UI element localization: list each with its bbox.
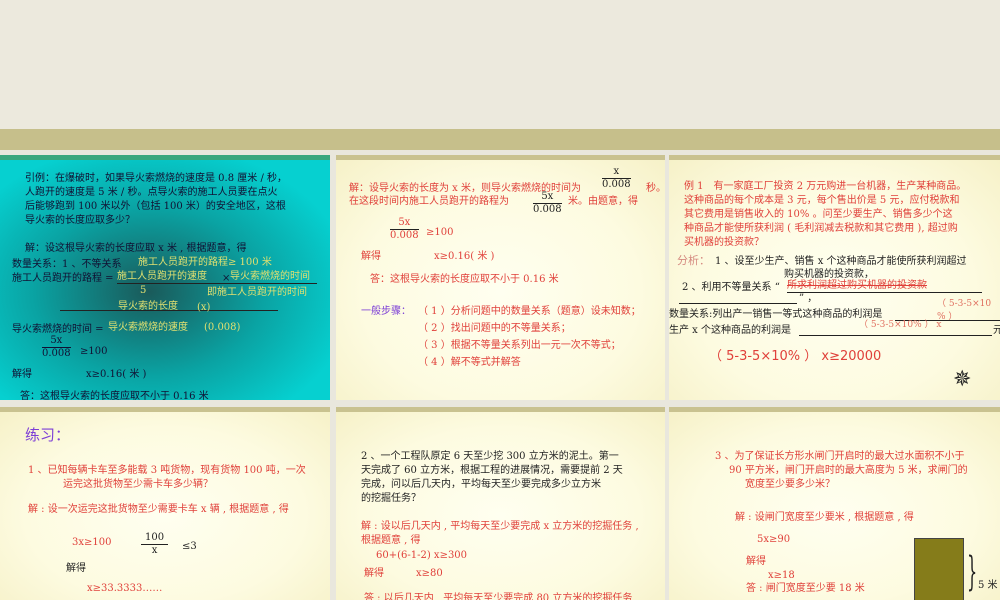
slide-thumbnail-2[interactable]: x 0.008 解：设导火索的长度为 x 米，则导火索燃烧的时间为 秒。 在这段时…	[336, 155, 665, 400]
text: 5	[140, 285, 147, 296]
text: x≥0.16( 米 )	[86, 369, 147, 380]
text: 这种商品的每个成本是 3 元，每个售出价是 5 元，应付税款和	[684, 195, 960, 206]
text: 解 : 设一次运完这批货物至少需要卡车 x 辆 , 根据题意 , 得	[28, 504, 289, 515]
text: 例 1 有一家庭工厂投资 2 万元购进一台机器，生产某种商品。	[684, 181, 967, 192]
inequality: （ 5-3-5×10% ） x≥20000	[709, 349, 882, 364]
text: 根据题意 , 得	[361, 535, 421, 546]
text: （ 5-3-5×10% ） x	[859, 320, 942, 330]
text: 种商品才能使所获利润 ( 毛利润减去税款和其它费用 ), 超过购	[684, 223, 958, 234]
text: x≥18	[768, 570, 795, 581]
slide-thumbnail-5[interactable]: 2 、一个工程队原定 6 天至少挖 300 立方米的泥土。第一 天完成了 60 …	[336, 407, 665, 600]
text: 施工人员跑开的路程≥ 100 米	[138, 257, 272, 268]
analysis-label: 分析：	[677, 254, 710, 267]
gate-rectangle	[914, 538, 964, 600]
text: 人跑开的速度是 5 米 / 秒。点导火索的施工人员要在点火	[25, 187, 278, 198]
text: x≥33.3333……	[87, 583, 163, 594]
text: 秒。	[646, 183, 665, 194]
text: 导火索的长度	[118, 301, 178, 312]
text: 60+(6-1-2) x≥300	[376, 550, 468, 561]
text: 即施工人员跑开的时间	[207, 287, 307, 298]
text: 解 : 设闸门宽度至少要米 , 根据题意 , 得	[735, 512, 914, 523]
text: (0.008)	[204, 322, 241, 333]
text: 生产 x 个这种商品的利润是	[669, 325, 791, 336]
denominator: 0.008	[602, 179, 631, 190]
numerator: 5x	[533, 191, 562, 204]
text: 元	[993, 324, 1000, 337]
text: 解 : 设以后几天内 , 平均每天至少要完成 x 立方米的挖掘任务 ,	[361, 521, 639, 532]
brace-icon: }	[967, 549, 978, 595]
compass-icon: ✵	[953, 367, 972, 392]
slide-thumbnail-1[interactable]: 引例：在爆破时，如果导火索燃烧的速度是 0.8 厘米 / 秒， 人跑开的速度是 …	[0, 155, 330, 400]
text: 答：这根导火索的长度应取不小于 0.16 米	[370, 274, 559, 285]
text: x≥80	[416, 568, 443, 579]
text: 后能够跑到 100 米以外（包括 100 米）的安全地区，这根	[25, 201, 286, 212]
slide-thumbnail-3[interactable]: 例 1 有一家庭工厂投资 2 万元购进一台机器，生产某种商品。 这种商品的每个成…	[669, 155, 1000, 400]
step: （ 1 ）分析问题中的数量关系（题意）设未知数；	[418, 306, 641, 317]
slide-thumbnail-6[interactable]: 3 、为了保证长方形水闸门开启时的最大过水面积不小于 90 平方米，闸门开启时的…	[669, 407, 1000, 600]
text: ” ，	[799, 293, 818, 304]
text: 3 、为了保证长方形水闸门开启时的最大过水面积不小于	[715, 451, 965, 462]
step: （ 4 ）解不等式并解答	[418, 357, 521, 368]
numerator: 5x	[390, 217, 419, 230]
denominator: 0.008	[533, 204, 562, 215]
text: 90 平方米，闸门开启时的最大高度为 5 米，求闸门的	[729, 465, 968, 476]
text: 解：设这根导火索的长度应取 x 米 , 根据题意，得	[25, 243, 247, 254]
text: 买机器的投资款？	[684, 237, 764, 248]
slide-thumbnail-4[interactable]: 练习： 1 、已知每辆卡车至多能载 3 吨货物，现有货物 100 吨，一次 运完…	[0, 407, 330, 600]
text: 答 : 闸门宽度至少要 18 米	[746, 583, 865, 594]
text: x≥0.16( 米 )	[434, 251, 495, 262]
steps-label: 一般步骤：	[361, 306, 411, 317]
text: 施工人员跑开的速度	[117, 271, 207, 282]
text: 导火索燃烧的时间	[230, 271, 310, 282]
denominator: x	[151, 545, 158, 556]
text: 2 、利用不等量关系 “	[682, 282, 780, 293]
text: ≥100	[426, 227, 454, 238]
text: 的挖掘任务？	[361, 493, 421, 504]
text: 解得	[12, 369, 32, 380]
text: 2 、一个工程队原定 6 天至少挖 300 立方米的泥土。第一	[361, 451, 619, 462]
text: 解得	[361, 251, 381, 262]
text: 解得	[746, 556, 766, 567]
text: 1 、已知每辆卡车至多能载 3 吨货物，现有货物 100 吨，一次	[28, 465, 306, 476]
step: （ 3 ）根据不等量关系列出一元一次不等式；	[418, 340, 621, 351]
text: 答 : 以后几天内 , 平均每天至少要完成 80 立方米的挖掘任务	[364, 593, 633, 600]
denominator: 0.008	[390, 230, 419, 241]
text: 宽度至少要多少米？	[745, 479, 835, 490]
text: 天完成了 60 立方米，根据工程的进展情况，需要提前 2 天	[361, 465, 623, 476]
denominator: 0.008	[42, 348, 71, 359]
text: 导火索的长度应取多少？	[25, 215, 135, 226]
text: 3x≥100	[72, 537, 112, 548]
text: （ 5-3-5×10 % ）	[937, 299, 992, 322]
text: 所求利润超过购买机器的投资款	[787, 280, 927, 291]
text: 5x≥90	[757, 534, 791, 545]
text: 导火索燃烧的速度	[108, 322, 188, 333]
step: （ 2 ）找出问题中的不等量关系；	[418, 323, 571, 334]
text: 在这段时间内施工人员跑开的路程为	[349, 196, 509, 207]
text: ≥100	[80, 346, 108, 357]
text: 解得	[66, 563, 86, 574]
text: 完成，问以后几天内，平均每天至少要完成多少立方米	[361, 479, 601, 490]
text: 解得	[364, 568, 384, 579]
text: 施工人员跑开的路程 =	[12, 273, 114, 284]
text: 引例：在爆破时，如果导火索燃烧的速度是 0.8 厘米 / 秒，	[25, 173, 287, 184]
text: 数量关系:列出产一销售一等式这种商品的利润是	[669, 309, 883, 320]
height-label: 5 米	[978, 580, 998, 591]
text: 答：这根导火索的长度应取不小于 0.16 米	[20, 391, 209, 400]
text: 其它费用是销售收入的 10% 。问至少要生产、销售多少个这	[684, 209, 953, 220]
numerator: 5x	[42, 335, 71, 348]
text: 1 、设至少生产、销售 x 个这种商品才能使所获利润超过	[715, 256, 967, 267]
numerator: x	[602, 166, 631, 179]
text: 运完这批货物至少需卡车多少辆？	[63, 479, 213, 490]
text: ≤3	[182, 541, 197, 552]
slide-title: 练习：	[25, 426, 71, 444]
text: 数量关系：1 、不等关系	[12, 259, 122, 270]
numerator: 100	[141, 532, 169, 545]
text: (x)	[197, 302, 211, 313]
text: 米。由题意，得	[568, 196, 638, 207]
top-background	[0, 0, 1000, 129]
header-band	[0, 129, 1000, 150]
